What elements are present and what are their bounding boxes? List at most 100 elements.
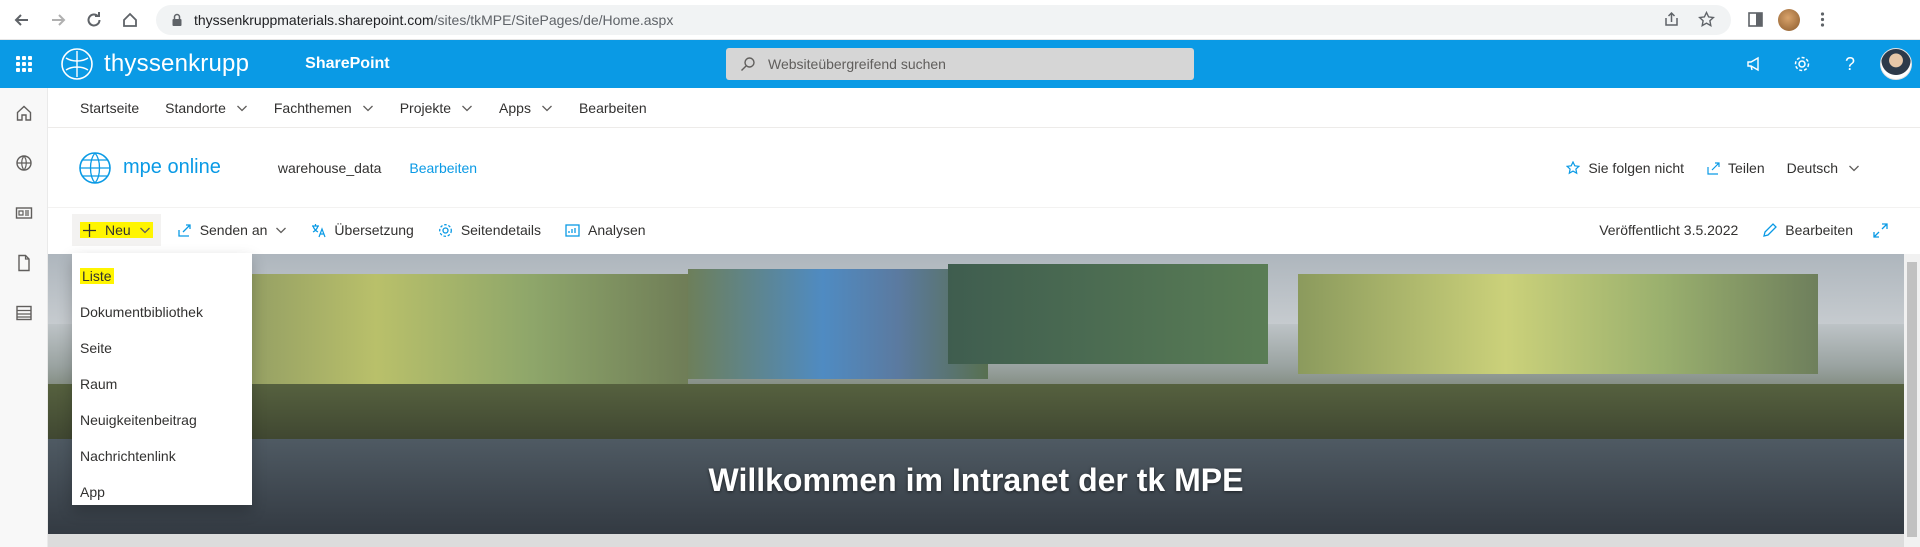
plus-icon (83, 223, 96, 237)
menu-item-seite[interactable]: Seite (72, 330, 252, 366)
sidebar-toggle-icon[interactable] (1747, 11, 1764, 28)
hub-nav-label: Fachthemen (273, 99, 352, 116)
thyssenkrupp-logo-icon (61, 48, 93, 80)
help-icon[interactable]: ? (1826, 40, 1874, 88)
language-label: Deutsch (1786, 160, 1838, 176)
hub-nav-label: Bearbeiten (578, 99, 647, 116)
page-details-label: Seitendetails (460, 222, 541, 238)
star-icon (1566, 161, 1581, 175)
new-label: Neu (105, 222, 131, 238)
share-button[interactable]: Teilen (1706, 160, 1765, 176)
site-title[interactable]: mpe online (123, 156, 221, 179)
share-icon (1707, 162, 1720, 175)
search-icon (741, 57, 755, 71)
hub-nav-projekte[interactable]: Projekte (400, 100, 473, 116)
hub-nav-apps[interactable]: Apps (499, 100, 553, 116)
hub-nav-label: Projekte (399, 99, 452, 116)
brand-logo[interactable]: thyssenkrupp (60, 47, 249, 81)
user-avatar[interactable] (1880, 48, 1912, 80)
hub-nav-startseite[interactable]: Startseite (80, 100, 139, 116)
document-icon[interactable] (0, 238, 48, 288)
site-nav-edit-link[interactable]: Bearbeiten (409, 160, 477, 176)
hero-riverbank (48, 384, 1904, 444)
forward-arrow-icon[interactable] (44, 6, 72, 34)
menu-item-liste[interactable]: Liste (72, 258, 252, 294)
list-icon[interactable] (0, 288, 48, 338)
hub-nav-label: Standorte (165, 99, 226, 116)
home-icon[interactable] (116, 6, 144, 34)
warehouse-building (948, 264, 1268, 364)
chevron-down-icon (1849, 165, 1859, 172)
url-host: thyssenkruppmaterials.sharepoint.com (194, 11, 434, 28)
send-to-button[interactable]: Senden an (169, 214, 296, 246)
chevron-down-icon (462, 105, 473, 111)
hub-nav-fachthemen[interactable]: Fachthemen (274, 100, 374, 116)
back-arrow-icon[interactable] (8, 6, 36, 34)
suite-bar: thyssenkrupp SharePoint Websiteübergreif… (0, 40, 1920, 88)
chevron-down-icon (542, 105, 552, 111)
menu-item-nachrichtenlink[interactable]: Nachrichtenlink (72, 438, 252, 474)
bookmark-star-icon[interactable] (1698, 11, 1715, 28)
language-selector[interactable]: Deutsch (1787, 160, 1860, 176)
warehouse-building (688, 269, 988, 379)
analytics-label: Analysen (587, 222, 646, 238)
app-name[interactable]: SharePoint (305, 55, 389, 73)
app-launcher-icon[interactable] (0, 40, 48, 88)
chevron-down-icon (362, 105, 373, 111)
site-header: mpe online warehouse_data Bearbeiten Sie… (48, 128, 1920, 208)
new-button[interactable]: Neu (72, 214, 161, 246)
menu-item-label: App (80, 484, 105, 500)
url-path: /sites/tkMPE/SitePages/de/Home.aspx (433, 11, 674, 28)
brand-name: thyssenkrupp (104, 50, 250, 77)
search-placeholder: Websiteübergreifend suchen (768, 56, 946, 72)
chevron-down-icon (236, 105, 247, 111)
page-details-button[interactable]: Seitendetails (430, 214, 549, 246)
menu-item-label: Neuigkeitenbeitrag (80, 412, 197, 428)
follow-label: Sie folgen nicht (1588, 160, 1685, 176)
hub-nav-label: Apps (499, 99, 531, 116)
gear-icon (438, 223, 452, 237)
address-bar[interactable]: thyssenkruppmaterials.sharepoint.com/sit… (156, 4, 1731, 35)
more-menu-icon[interactable] (1814, 11, 1831, 28)
new-dropdown-menu: Liste Dokumentbibliothek Seite Raum Neui… (72, 253, 252, 505)
menu-item-dokumentbibliothek[interactable]: Dokumentbibliothek (72, 294, 252, 330)
site-logo-globe-icon[interactable] (78, 151, 112, 185)
megaphone-icon[interactable] (1730, 40, 1778, 88)
lock-icon (172, 13, 182, 26)
pencil-icon (1763, 222, 1778, 237)
help-label: ? (1844, 53, 1855, 74)
app-bar (0, 88, 48, 547)
edit-page-button[interactable]: Bearbeiten (1754, 214, 1861, 246)
chevron-down-icon (276, 227, 287, 234)
hub-navigation: Startseite Standorte Fachthemen Projekte… (48, 88, 1920, 128)
send-icon (178, 223, 191, 237)
share-page-icon[interactable] (1663, 11, 1680, 28)
hub-nav-bearbeiten[interactable]: Bearbeiten (579, 100, 647, 116)
translation-button[interactable]: Übersetzung (303, 214, 421, 246)
site-nav-link[interactable]: warehouse_data (278, 160, 382, 176)
hub-nav-label: Startseite (80, 99, 140, 116)
browser-profile-avatar[interactable] (1778, 8, 1800, 31)
menu-item-app[interactable]: App (72, 474, 252, 510)
menu-item-label: Seite (80, 340, 112, 356)
content-divider (48, 534, 1904, 547)
scrollbar-thumb[interactable] (1907, 262, 1917, 537)
home-icon[interactable] (0, 88, 48, 138)
menu-item-neuigkeitenbeitrag[interactable]: Neuigkeitenbeitrag (72, 402, 252, 438)
news-icon[interactable] (0, 188, 48, 238)
expand-icon[interactable] (1865, 214, 1896, 246)
send-label: Senden an (199, 222, 268, 238)
share-label: Teilen (1728, 160, 1765, 176)
settings-gear-icon[interactable] (1778, 40, 1826, 88)
reload-icon[interactable] (80, 6, 108, 34)
edit-page-label: Bearbeiten (1785, 222, 1853, 238)
search-input[interactable]: Websiteübergreifend suchen (726, 48, 1194, 80)
menu-item-label: Nachrichtenlink (80, 448, 176, 464)
follow-button[interactable]: Sie folgen nicht (1566, 160, 1684, 176)
menu-item-raum[interactable]: Raum (72, 366, 252, 402)
analytics-button[interactable]: Analysen (557, 214, 654, 246)
hub-nav-standorte[interactable]: Standorte (165, 100, 248, 116)
globe-icon[interactable] (0, 138, 48, 188)
analytics-icon (565, 223, 580, 237)
translate-icon (312, 223, 326, 237)
